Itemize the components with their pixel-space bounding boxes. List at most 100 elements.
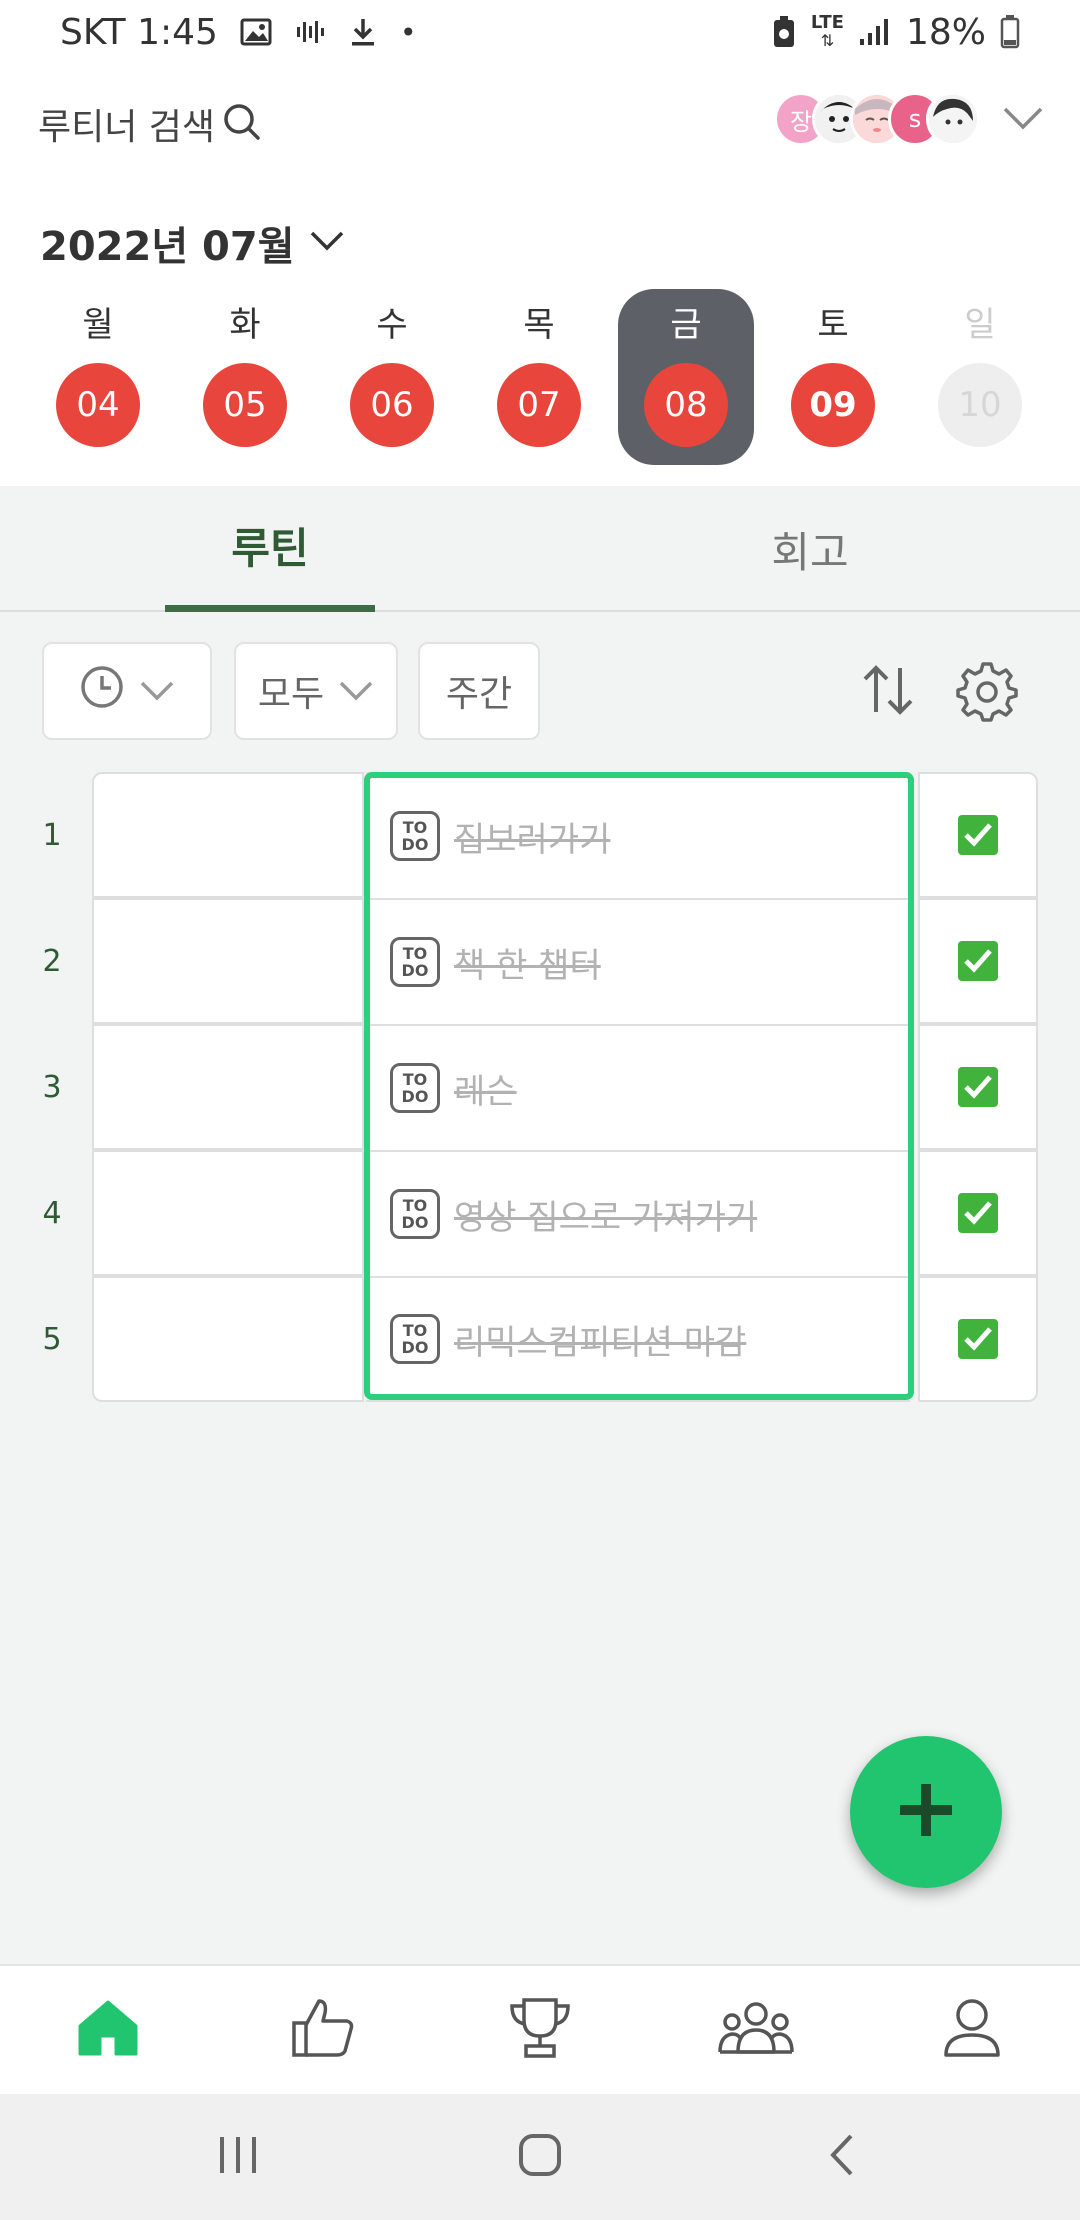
avatar[interactable] xyxy=(926,92,980,146)
routine-checkbox[interactable] xyxy=(918,1276,1038,1402)
day-thu[interactable]: 목 07 xyxy=(471,289,607,465)
recents-button[interactable] xyxy=(178,2094,298,2220)
status-dot: • xyxy=(399,15,417,49)
routine-checkbox[interactable] xyxy=(918,772,1038,898)
header: 루티너 검색 장 s 2022년 07월 월 04 화 05 수 06 목 07… xyxy=(0,64,1080,486)
nav-likes[interactable] xyxy=(264,1966,384,2094)
group-icon xyxy=(716,1998,796,2062)
home-circle-icon xyxy=(516,2131,564,2183)
routine-checkbox[interactable] xyxy=(918,898,1038,1024)
row-number: 3 xyxy=(42,1069,62,1105)
nav-profile[interactable] xyxy=(912,1966,1032,2094)
routine-title-cell[interactable]: TO DO 레슨 xyxy=(366,1024,910,1150)
routine-title-cell[interactable]: TO DO 책 한 챕터 xyxy=(366,898,910,1024)
month-selector[interactable]: 2022년 07월 xyxy=(40,214,345,272)
sort-icon[interactable] xyxy=(860,660,916,724)
chevron-down-icon xyxy=(338,671,374,712)
month-label: 2022년 07월 xyxy=(40,224,295,270)
day-sun[interactable]: 일 10 xyxy=(912,289,1048,465)
checkmark-icon xyxy=(958,1193,998,1233)
routine-title: 영상 집으로 가져가기 xyxy=(454,1197,758,1238)
list-item[interactable]: 2 TO DO 책 한 챕터 xyxy=(0,898,1080,1024)
all-filter-button[interactable]: 모두 xyxy=(234,642,398,740)
battery-saver-icon xyxy=(771,15,797,49)
weekly-filter-label: 주간 xyxy=(445,674,513,715)
list-item[interactable]: 3 TO DO 레슨 xyxy=(0,1024,1080,1150)
routine-time-cell[interactable] xyxy=(92,1276,364,1402)
plus-icon xyxy=(896,1780,956,1844)
day-sat[interactable]: 토 09 xyxy=(765,289,901,465)
routine-checkbox[interactable] xyxy=(918,1024,1038,1150)
chevron-down-icon xyxy=(139,671,175,712)
routine-title: 레슨 xyxy=(454,1071,517,1112)
gallery-icon xyxy=(240,17,272,47)
battery-percent: 18% xyxy=(905,11,986,53)
todo-icon: TO DO xyxy=(390,1314,440,1364)
weekly-filter-button[interactable]: 주간 xyxy=(418,642,540,740)
recents-icon xyxy=(216,2135,260,2179)
home-button[interactable] xyxy=(480,2094,600,2220)
routine-title-cell[interactable]: TO DO 리믹스컴피티션 마감 xyxy=(366,1276,910,1402)
day-fri[interactable]: 금 08 xyxy=(618,289,754,465)
routine-time-cell[interactable] xyxy=(92,898,364,1024)
download-icon xyxy=(348,16,378,48)
routine-title: 리믹스컴피티션 마감 xyxy=(454,1322,747,1363)
checkmark-icon xyxy=(958,1319,998,1359)
routine-time-cell[interactable] xyxy=(92,1150,364,1276)
tab-review[interactable]: 회고 xyxy=(700,486,920,612)
avatar-group[interactable]: 장 s xyxy=(774,92,980,146)
list-item[interactable]: 4 TO DO 영상 집으로 가져가기 xyxy=(0,1150,1080,1276)
row-number: 4 xyxy=(42,1195,62,1231)
routine-time-cell[interactable] xyxy=(92,1024,364,1150)
chevron-down-icon xyxy=(309,228,345,258)
checkmark-icon xyxy=(958,815,998,855)
clock-icon xyxy=(79,664,125,719)
chevron-down-icon[interactable] xyxy=(1002,104,1044,136)
list-item[interactable]: 1 TO DO 집보러가기 xyxy=(0,772,1080,898)
row-number: 1 xyxy=(42,817,62,853)
gear-icon[interactable] xyxy=(956,660,1018,726)
checkmark-icon xyxy=(958,941,998,981)
nav-community[interactable] xyxy=(696,1966,816,2094)
all-filter-label: 모두 xyxy=(257,674,325,715)
user-icon xyxy=(942,1997,1002,2063)
routine-checkbox[interactable] xyxy=(918,1150,1038,1276)
tab-routine[interactable]: 루틴 xyxy=(165,486,375,612)
nav-challenges[interactable] xyxy=(480,1966,600,2094)
routine-time-cell[interactable] xyxy=(92,772,364,898)
bottom-nav xyxy=(0,1964,1080,2094)
status-bar: SKT 1:45 • LTE ⇅ 18% xyxy=(0,0,1080,64)
search-button[interactable]: 루티너 검색 xyxy=(38,98,263,150)
routine-title: 책 한 챕터 xyxy=(454,945,601,986)
tab-bar: 루틴 회고 xyxy=(0,486,1080,612)
time-filter-button[interactable] xyxy=(42,642,212,740)
status-time: SKT 1:45 xyxy=(60,11,218,53)
day-wed[interactable]: 수 06 xyxy=(324,289,460,465)
add-routine-button[interactable] xyxy=(850,1736,1002,1888)
row-number: 5 xyxy=(42,1321,62,1357)
home-icon xyxy=(76,1998,140,2062)
filter-row: 모두 주간 xyxy=(42,642,1042,742)
day-mon[interactable]: 월 04 xyxy=(30,289,166,465)
trophy-icon xyxy=(506,1996,574,2064)
row-number: 2 xyxy=(42,943,62,979)
routine-title: 집보러가기 xyxy=(454,819,611,860)
battery-icon xyxy=(1000,15,1020,49)
back-button[interactable] xyxy=(782,2094,902,2220)
search-icon xyxy=(221,101,263,147)
day-tue[interactable]: 화 05 xyxy=(177,289,313,465)
list-item[interactable]: 5 TO DO 리믹스컴피티션 마감 xyxy=(0,1276,1080,1402)
signal-icon xyxy=(858,17,892,47)
todo-icon: TO DO xyxy=(390,937,440,987)
thumbs-up-icon xyxy=(291,1997,357,2063)
network-type: LTE ⇅ xyxy=(810,12,844,50)
nav-home[interactable] xyxy=(48,1966,168,2094)
checkmark-icon xyxy=(958,1067,998,1107)
routine-title-cell[interactable]: TO DO 영상 집으로 가져가기 xyxy=(366,1150,910,1276)
data-arrows-icon: ⇅ xyxy=(820,31,835,50)
system-nav-bar xyxy=(0,2094,1080,2220)
todo-icon: TO DO xyxy=(390,811,440,861)
todo-icon: TO DO xyxy=(390,1189,440,1239)
back-icon xyxy=(827,2132,857,2182)
routine-title-cell[interactable]: TO DO 집보러가기 xyxy=(366,772,910,898)
